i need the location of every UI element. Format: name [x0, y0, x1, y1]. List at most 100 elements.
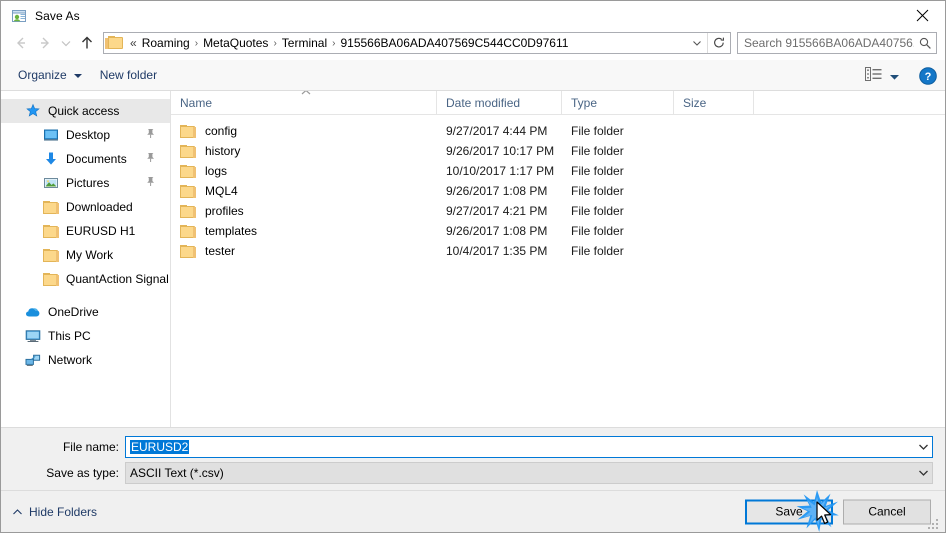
close-icon[interactable] [899, 1, 945, 30]
column-header-size[interactable]: Size [674, 91, 754, 114]
view-layout-button[interactable] [861, 64, 903, 88]
star-icon [25, 103, 41, 119]
sidebar-item-documents[interactable]: Documents [1, 147, 170, 171]
sidebar-item-network[interactable]: Network [1, 348, 170, 372]
file-name-input[interactable]: EURUSD2 [125, 436, 933, 458]
sidebar-item-label: My Work [66, 248, 114, 262]
address-dropdown-icon[interactable] [687, 33, 707, 53]
pin-icon[interactable] [145, 128, 156, 142]
file-date-cell: 9/26/2017 10:17 PM [446, 144, 555, 158]
breadcrumb-item-roaming[interactable]: Roaming [139, 36, 193, 50]
file-name-cell: logs [171, 164, 437, 178]
navigation-bar: « Roaming › MetaQuotes › Terminal › 9155… [1, 30, 945, 60]
table-row[interactable]: tester 10/4/2017 1:35 PM File folder [171, 241, 945, 261]
file-date-cell: 10/10/2017 1:17 PM [446, 164, 555, 178]
pin-icon[interactable] [145, 176, 156, 190]
hide-folders-button[interactable]: Hide Folders [13, 505, 97, 519]
sidebar-item-quick-access[interactable]: Quick access [1, 99, 170, 123]
new-folder-label: New folder [99, 68, 158, 82]
table-row[interactable]: config 9/27/2017 4:44 PM File folder [171, 121, 945, 141]
sidebar-item-this-pc[interactable]: This PC [1, 324, 170, 348]
arrow-up-icon[interactable] [75, 31, 99, 55]
sidebar-item-desktop[interactable]: Desktop [1, 123, 170, 147]
file-name-cell: config [171, 124, 437, 138]
search-input[interactable]: Search 915566BA06ADA40756... [738, 36, 914, 50]
sidebar-item-label: Pictures [66, 176, 110, 190]
sidebar-item-my-work[interactable]: My Work [1, 243, 170, 267]
folder-icon [180, 224, 196, 238]
table-row[interactable]: logs 10/10/2017 1:17 PM File folder [171, 161, 945, 181]
file-type-cell: File folder [571, 184, 624, 198]
breadcrumb-separator[interactable]: › [330, 38, 337, 49]
organize-button[interactable]: Organize [9, 63, 91, 87]
chevron-down-icon[interactable] [915, 463, 932, 483]
sidebar-item-onedrive[interactable]: OneDrive [1, 300, 170, 324]
save-as-type-select[interactable]: ASCII Text (*.csv) [125, 462, 933, 484]
help-icon[interactable]: ? [919, 66, 937, 85]
column-header-type[interactable]: Type [562, 91, 674, 114]
column-header-date-modified[interactable]: Date modified [437, 91, 562, 114]
svg-text:?: ? [925, 71, 932, 83]
file-name-row: File name: EURUSD2 [1, 436, 945, 458]
save-form: File name: EURUSD2 Save as type: ASCII T… [1, 428, 945, 490]
file-name-label: logs [205, 164, 228, 178]
search-icon[interactable] [914, 36, 936, 50]
table-row[interactable]: templates 9/26/2017 1:08 PM File folder [171, 221, 945, 241]
sidebar-item-eurusd-h1[interactable]: EURUSD H1 [1, 219, 170, 243]
arrow-right-icon[interactable] [33, 31, 57, 55]
file-name-label: config [205, 124, 238, 138]
cancel-button[interactable]: Cancel [843, 499, 931, 524]
file-type-cell: File folder [571, 224, 624, 238]
sidebar-item-label: EURUSD H1 [66, 224, 136, 238]
navigation-pane: Quick access Desktop Documents Pictures … [1, 91, 171, 427]
thispc-icon [25, 328, 41, 344]
breadcrumb-item-terminal-id[interactable]: 915566BA06ADA407569C544CC0D97611 [337, 36, 571, 50]
search-box[interactable]: Search 915566BA06ADA40756... [737, 32, 937, 54]
save-as-type-row: Save as type: ASCII Text (*.csv) [1, 462, 945, 484]
file-list-pane: Name Date modified Type Size config 9/27… [171, 91, 945, 427]
pin-icon[interactable] [145, 152, 156, 166]
breadcrumb-item-metaquotes[interactable]: MetaQuotes [200, 36, 271, 50]
footer-buttons: Save Cancel [745, 499, 931, 524]
pictures-icon [43, 175, 59, 191]
chevron-down-icon[interactable] [915, 437, 932, 457]
save-as-type-label: Save as type: [46, 466, 119, 480]
breadcrumb-overflow[interactable]: « [128, 36, 139, 50]
address-bar[interactable]: « Roaming › MetaQuotes › Terminal › 9155… [103, 32, 731, 54]
table-row[interactable]: MQL4 9/26/2017 1:08 PM File folder [171, 181, 945, 201]
file-name-selected-text[interactable]: EURUSD2 [130, 440, 190, 454]
file-date-cell: 9/27/2017 4:44 PM [446, 124, 548, 138]
caret-down-icon [890, 69, 899, 83]
file-list-rows: config 9/27/2017 4:44 PM File folder his… [171, 115, 945, 261]
chevron-down-icon[interactable] [57, 31, 75, 55]
new-folder-button[interactable]: New folder [91, 63, 166, 87]
column-header-name[interactable]: Name [171, 91, 437, 114]
file-type-cell: File folder [571, 124, 624, 138]
file-name-label: history [205, 144, 241, 158]
breadcrumb-separator[interactable]: › [271, 38, 278, 49]
breadcrumb-item-terminal[interactable]: Terminal [279, 36, 330, 50]
file-name-cell: templates [171, 224, 437, 238]
file-name-cell: tester [171, 244, 437, 258]
sidebar-item-label: This PC [48, 329, 91, 343]
sidebar-item-quantaction-signal[interactable]: QuantAction Signal [1, 267, 170, 291]
save-button[interactable]: Save [745, 499, 833, 524]
folder-icon [180, 144, 196, 158]
table-row[interactable]: profiles 9/27/2017 4:21 PM File folder [171, 201, 945, 221]
file-name-value[interactable]: EURUSD2 [126, 440, 915, 454]
refresh-icon[interactable] [708, 33, 730, 53]
file-type-cell: File folder [571, 164, 624, 178]
folder-icon [43, 199, 59, 215]
network-icon [25, 352, 41, 368]
resize-grip-icon[interactable] [928, 516, 941, 529]
breadcrumb-separator[interactable]: › [193, 38, 200, 49]
sidebar-item-downloaded[interactable]: Downloaded [1, 195, 170, 219]
save-as-type-value: ASCII Text (*.csv) [130, 466, 224, 480]
sidebar-item-pictures[interactable]: Pictures [1, 171, 170, 195]
arrow-left-icon[interactable] [9, 31, 33, 55]
table-row[interactable]: history 9/26/2017 10:17 PM File folder [171, 141, 945, 161]
save-as-window-icon [11, 8, 27, 24]
sidebar-item-label: OneDrive [48, 305, 99, 319]
file-name-label: tester [205, 244, 236, 258]
